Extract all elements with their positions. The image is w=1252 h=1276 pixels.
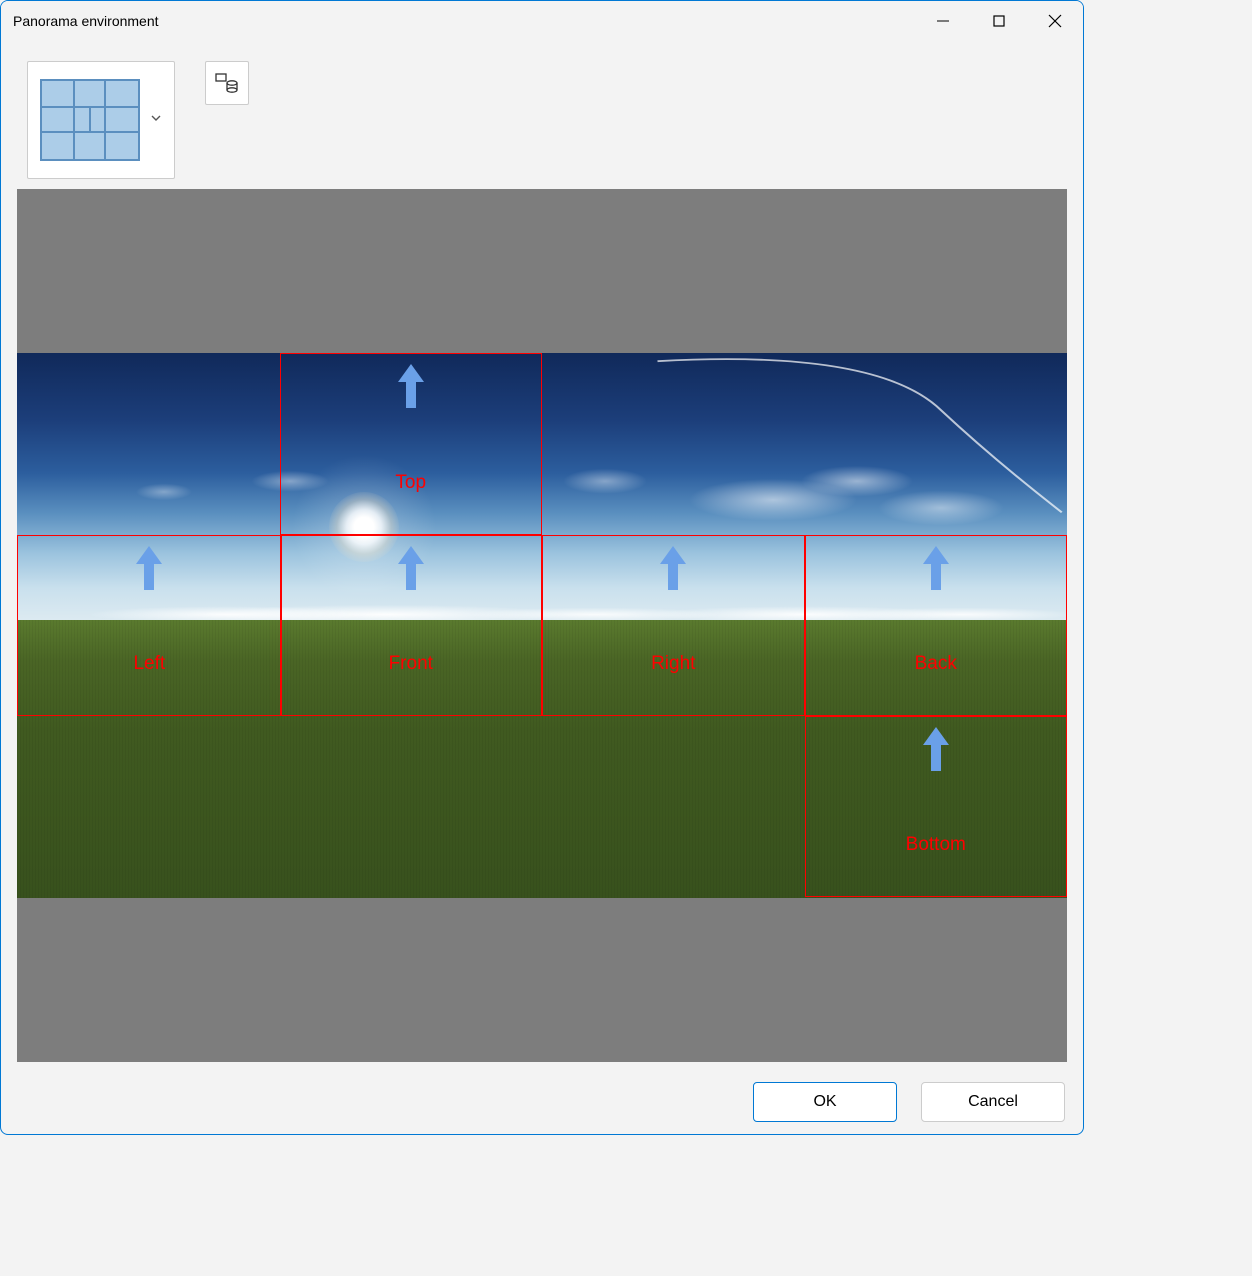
panorama-image: Top Left Front Right (17, 353, 1067, 898)
tile-label: Right (651, 653, 695, 675)
close-icon (1047, 13, 1063, 29)
arrow-up-icon (921, 725, 951, 775)
maximize-icon (992, 14, 1006, 28)
tile-label: Top (395, 472, 426, 494)
window-controls (915, 1, 1083, 41)
minimize-icon (936, 14, 950, 28)
window-title: Panorama environment (13, 13, 915, 29)
layout-grid-icon (40, 79, 140, 161)
tile-top[interactable]: Top (280, 353, 543, 534)
dialog-button-bar: OK Cancel (1, 1074, 1083, 1134)
ok-button[interactable]: OK (753, 1082, 897, 1122)
cubemap-layout-dropdown[interactable] (27, 61, 175, 179)
tile-label: Bottom (906, 834, 966, 856)
primitives-button[interactable] (205, 61, 249, 105)
arrow-up-icon (134, 544, 164, 594)
maximize-button[interactable] (971, 1, 1027, 41)
tile-right[interactable]: Right (542, 535, 805, 716)
arrow-up-icon (658, 544, 688, 594)
tile-front[interactable]: Front (280, 535, 543, 716)
titlebar: Panorama environment (1, 1, 1083, 41)
arrow-up-icon (396, 362, 426, 412)
tile-label: Back (915, 653, 957, 675)
chevron-down-icon (150, 111, 162, 129)
panorama-preview-canvas[interactable]: Top Left Front Right (17, 189, 1067, 1062)
tile-label: Left (133, 653, 165, 675)
primitives-icon (213, 69, 241, 97)
tile-label: Front (389, 653, 433, 675)
close-button[interactable] (1027, 1, 1083, 41)
tile-bottom[interactable]: Bottom (805, 716, 1068, 897)
cubemap-tiles-overlay: Top Left Front Right (17, 353, 1067, 898)
panorama-environment-dialog: Panorama environment (0, 0, 1084, 1135)
toolbar (1, 41, 1083, 189)
minimize-button[interactable] (915, 1, 971, 41)
arrow-up-icon (396, 544, 426, 594)
cancel-button[interactable]: Cancel (921, 1082, 1065, 1122)
arrow-up-icon (921, 544, 951, 594)
tile-back[interactable]: Back (805, 535, 1068, 716)
tile-left[interactable]: Left (17, 535, 282, 716)
